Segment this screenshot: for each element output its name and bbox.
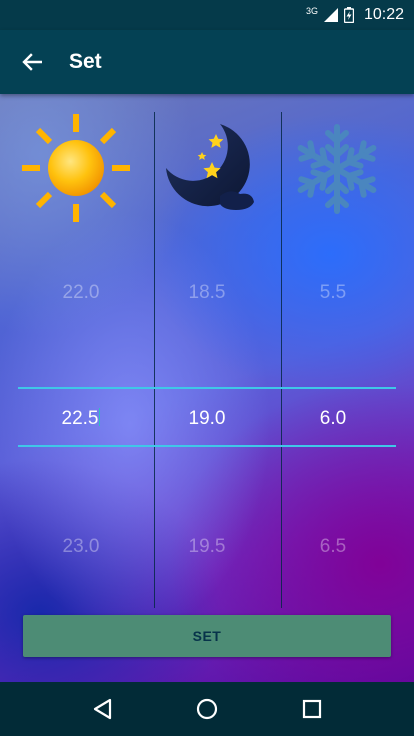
selection-line-top xyxy=(18,387,396,389)
picker-value-current[interactable]: 22.5 xyxy=(21,408,141,430)
column-divider xyxy=(281,112,282,608)
picker-current-text: 22.5 xyxy=(61,408,99,429)
picker-value-below[interactable]: 19.5 xyxy=(147,536,267,558)
network-type: 3G xyxy=(305,6,318,16)
picker-value-below[interactable]: 6.5 xyxy=(273,536,393,558)
triangle-back-icon xyxy=(94,698,112,720)
picker-value-above[interactable]: 18.5 xyxy=(147,282,267,304)
set-button[interactable]: SET xyxy=(23,615,391,657)
nav-home-button[interactable] xyxy=(183,685,231,733)
text-cursor xyxy=(99,408,101,426)
page-title: Set xyxy=(69,50,102,73)
navigation-bar xyxy=(0,682,414,736)
clock: 10:22 xyxy=(363,6,404,23)
picker-value-current[interactable]: 19.0 xyxy=(147,408,267,430)
picker-value-below[interactable]: 23.0 xyxy=(21,536,141,558)
circle-home-icon xyxy=(196,698,218,720)
signal-icon xyxy=(323,8,338,22)
column-divider xyxy=(154,112,155,608)
battery-icon xyxy=(343,7,354,23)
back-button[interactable] xyxy=(14,46,50,78)
status-bar: 3G 10:22 xyxy=(0,0,414,30)
picker-value-above[interactable]: 22.0 xyxy=(21,282,141,304)
moon-stars-icon xyxy=(166,124,254,210)
square-recents-icon xyxy=(302,699,321,719)
picker-value-above[interactable]: 5.5 xyxy=(273,282,393,304)
sun-icon xyxy=(22,114,130,222)
selection-line-bottom xyxy=(18,445,396,447)
nav-recents-button[interactable] xyxy=(288,685,336,733)
snowflake-icon xyxy=(290,124,384,216)
picker-value-current[interactable]: 6.0 xyxy=(273,408,393,430)
temperature-set-panel: 22.0 22.5 23.0 18.5 19.0 19.5 5.5 6.0 6.… xyxy=(0,94,414,682)
arrow-left-icon xyxy=(22,53,42,71)
nav-back-button[interactable] xyxy=(78,685,126,733)
app-bar: Set xyxy=(0,30,414,94)
